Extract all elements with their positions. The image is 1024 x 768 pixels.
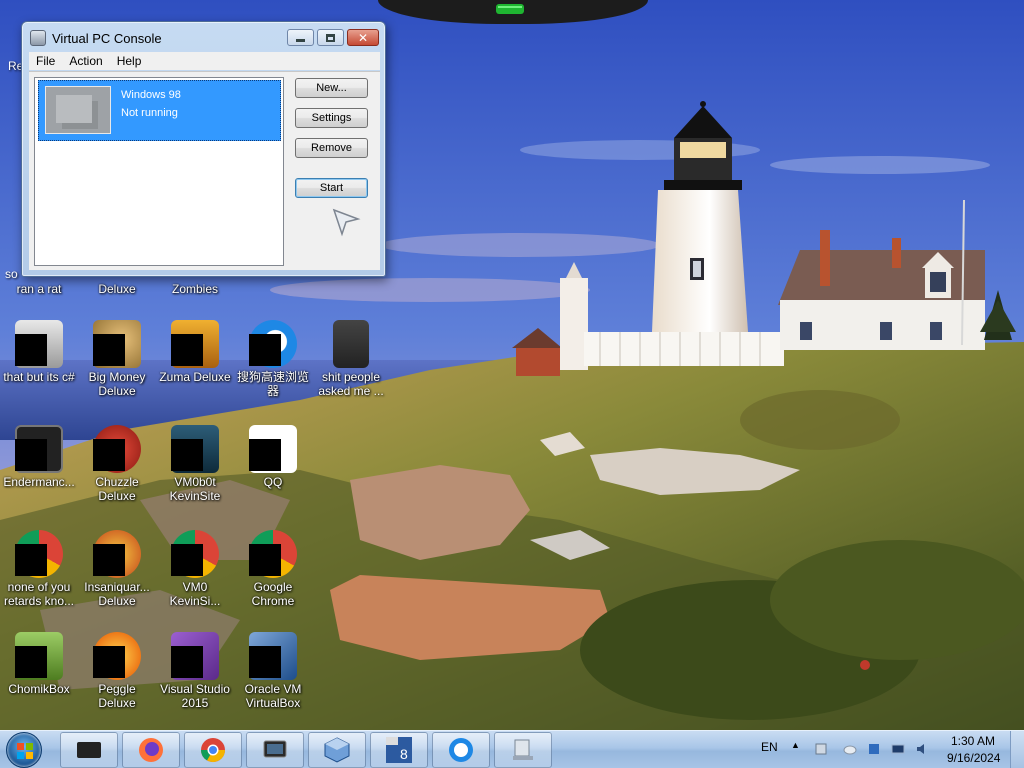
new-button[interactable]: New...	[295, 78, 368, 98]
desktop-icon-label: QQ	[263, 475, 283, 489]
desktop-icon-label: Endermanc...	[3, 475, 75, 489]
tray-network-icon[interactable]	[891, 742, 905, 756]
handle-grip-icon	[496, 4, 524, 14]
desktop-icon-label: Visual Studio 2015	[160, 682, 230, 710]
tray-shield-icon[interactable]	[867, 742, 881, 756]
clock-time[interactable]: 1:30 AM	[951, 734, 995, 748]
desktop-icon[interactable]: that but its c#	[0, 320, 78, 384]
partial-icon-label: so	[5, 267, 18, 281]
desktop-icon[interactable]: Chuzzle Deluxe	[78, 425, 156, 503]
desktop-icon-label: Peggle Deluxe	[98, 682, 136, 710]
desktop-icon-label: 搜狗高速浏览器	[236, 370, 309, 398]
svg-text:8: 8	[400, 746, 408, 762]
vm-thumbnail-icon	[45, 86, 111, 134]
desktop-icon-label: that but its c#	[3, 370, 75, 384]
desktop-icon-label: Deluxe	[98, 282, 136, 296]
window-title: Virtual PC Console	[52, 30, 162, 46]
desktop-icon[interactable]: QQ	[234, 425, 312, 489]
win8-64-icon: 8	[386, 737, 412, 763]
tray-overflow-chevron-icon[interactable]: ▲	[791, 740, 800, 750]
minimize-button[interactable]	[287, 29, 314, 46]
desktop-icon-label: ChomikBox	[8, 682, 70, 696]
firefox-icon	[139, 738, 163, 762]
menu-bar: File Action Help	[29, 52, 380, 70]
settings-button[interactable]: Settings	[295, 108, 368, 128]
vm-name: Windows 98	[121, 89, 181, 101]
virtual-pc-icon	[30, 30, 46, 46]
taskbar-app-button[interactable]	[308, 732, 366, 768]
desktop-icon[interactable]: Big Money Deluxe	[78, 320, 156, 398]
desktop-icon-label: none of you retards kno...	[3, 580, 75, 608]
desktop-icon-label: Zuma Deluxe	[159, 370, 231, 384]
taskbar-app-button[interactable]	[122, 732, 180, 768]
taskbar-app-button[interactable]	[184, 732, 242, 768]
desktop-icon-label: VM0 KevinSi...	[169, 580, 221, 608]
desktop-icon[interactable]: Insaniquar... Deluxe	[78, 530, 156, 608]
start-menu-button[interactable]	[6, 732, 42, 768]
close-button[interactable]: ✕	[347, 29, 379, 46]
taskbar-app-button[interactable]	[494, 732, 552, 768]
desktop-icon-label: Big Money Deluxe	[88, 370, 146, 398]
menu-help[interactable]: Help	[110, 54, 149, 68]
desktop-icon[interactable]: none of you retards kno...	[0, 530, 78, 608]
taskbar-app-button[interactable]	[60, 732, 118, 768]
tray-volume-icon[interactable]	[915, 742, 929, 756]
close-icon: ✕	[357, 30, 369, 45]
maximize-button[interactable]	[317, 29, 344, 46]
desktop-icon-label: Chuzzle Deluxe	[95, 475, 139, 503]
clock-date[interactable]: 9/16/2024	[947, 751, 1000, 765]
virtual-pc-icon	[263, 740, 287, 758]
virtual-machine-list[interactable]: Windows 98 Not running	[34, 77, 284, 266]
desktop-icon-partial[interactable]: Deluxe	[78, 282, 156, 296]
desktop-icon-label: Oracle VM VirtualBox	[244, 682, 302, 710]
desktop-icon[interactable]: 搜狗高速浏览器	[234, 320, 312, 398]
desktop-icon[interactable]: shit people asked me ...	[312, 320, 390, 398]
taskbar-app-button[interactable]: 8	[370, 732, 428, 768]
taskbar-app-button[interactable]	[432, 732, 490, 768]
folder-icon	[333, 320, 369, 368]
desktop-icon-label: Zombies	[171, 282, 218, 296]
taskbar-app-button[interactable]	[246, 732, 304, 768]
remove-button[interactable]: Remove	[295, 138, 368, 158]
tray-device-icon[interactable]	[814, 742, 828, 756]
caption-buttons: ✕	[287, 29, 379, 46]
desktop-icon-label: VM0b0t KevinSite	[169, 475, 221, 503]
start-button[interactable]: Start	[295, 178, 368, 198]
desktop-icon-label: shit people asked me ...	[318, 370, 384, 398]
windows-logo-icon	[17, 743, 33, 759]
desktop-icon[interactable]: Visual Studio 2015	[156, 632, 234, 710]
virtual-pc-console-window[interactable]: Virtual PC Console ✕ File Action Help Wi…	[21, 21, 386, 277]
desktop-icon[interactable]: Oracle VM VirtualBox	[234, 632, 312, 710]
desktop-icon[interactable]: Endermanc...	[0, 425, 78, 489]
sogou-icon	[449, 738, 473, 762]
desktop-icon[interactable]: ChomikBox	[0, 632, 78, 696]
vm-app-icon	[77, 742, 101, 758]
desktop-icon-label: ran a rat	[16, 282, 62, 296]
vm-list-item-selected[interactable]: Windows 98 Not running	[38, 80, 281, 141]
chrome-icon	[201, 738, 225, 763]
desktop-icon-partial[interactable]: ran a rat	[0, 282, 78, 296]
desktop-icon-label: Insaniquar... Deluxe	[84, 580, 150, 608]
maximize-icon	[326, 33, 335, 42]
desktop-icon[interactable]: VM0 KevinSi...	[156, 530, 234, 608]
vm-status: Not running	[121, 107, 178, 119]
window-client-area: Windows 98 Not running New... Settings R…	[29, 71, 380, 270]
menu-file[interactable]: File	[29, 54, 62, 68]
show-desktop-button[interactable]	[1010, 731, 1024, 768]
window-titlebar[interactable]: Virtual PC Console	[30, 28, 162, 48]
mouse-cursor-icon	[332, 208, 361, 237]
desktop-icon[interactable]: VM0b0t KevinSite	[156, 425, 234, 503]
desktop-icon-label: Google Chrome	[251, 580, 295, 608]
virtualbox-icon	[324, 737, 350, 763]
desktop-icon[interactable]: Zuma Deluxe	[156, 320, 234, 384]
menu-action[interactable]: Action	[62, 54, 109, 68]
minimize-icon	[296, 38, 305, 42]
taskbar: 8 EN ▲ 1:30 AM 9/16/2024	[0, 730, 1024, 768]
desktop-icon[interactable]: Peggle Deluxe	[78, 632, 156, 710]
language-indicator[interactable]: EN	[761, 740, 778, 754]
desktop-icon[interactable]: Google Chrome	[234, 530, 312, 608]
tray-cloud-icon[interactable]	[843, 742, 857, 756]
desktop-icon-partial[interactable]: Zombies	[156, 282, 234, 296]
computer-icon	[513, 739, 533, 760]
